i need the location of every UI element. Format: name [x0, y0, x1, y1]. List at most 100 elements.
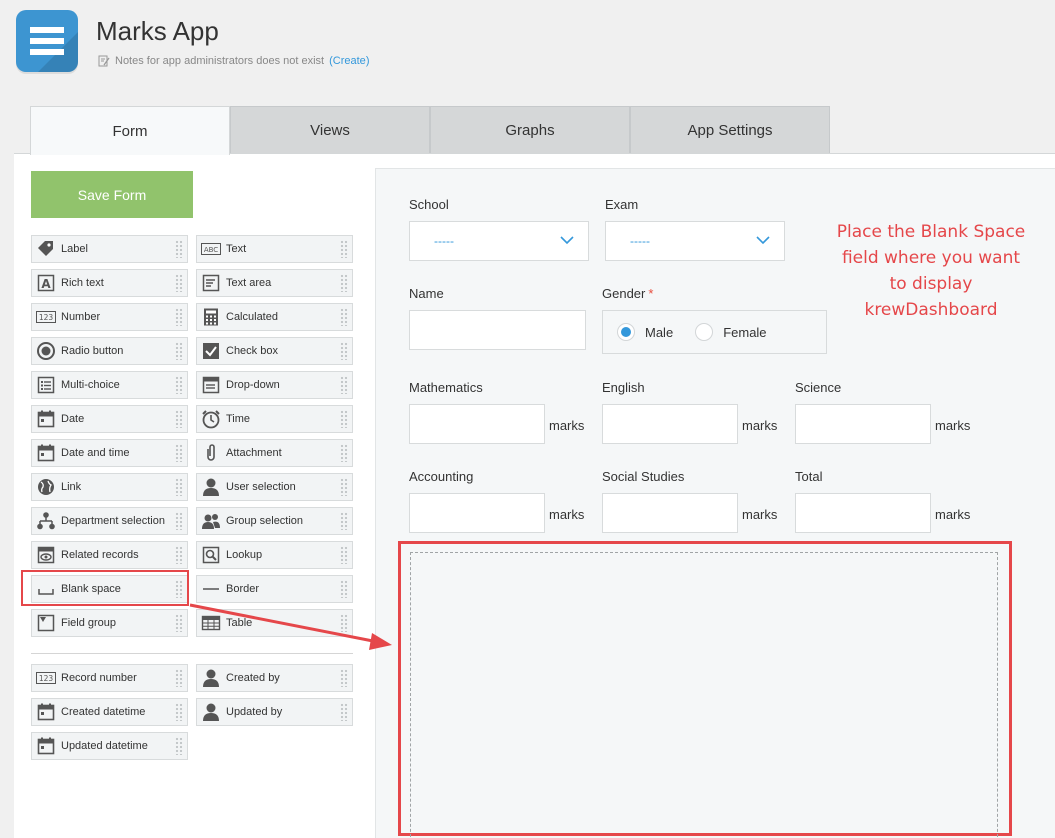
exam-dropdown[interactable]: ----- [605, 221, 785, 261]
drag-handle-icon[interactable] [175, 410, 183, 428]
drag-handle-icon[interactable] [340, 669, 348, 687]
drag-handle-icon[interactable] [175, 444, 183, 462]
drag-handle-icon[interactable] [175, 703, 183, 721]
palette-item-blank-space[interactable]: Blank space [31, 575, 188, 603]
annotation-text: Place the Blank Space field where you wa… [816, 219, 1046, 323]
drag-handle-icon[interactable] [340, 546, 348, 564]
drag-handle-icon[interactable] [340, 703, 348, 721]
palette-item-number[interactable]: 123 Number [31, 303, 188, 331]
tab-views[interactable]: Views [230, 106, 430, 154]
drag-handle-icon[interactable] [340, 444, 348, 462]
palette-item-multi-choice[interactable]: Multi-choice [31, 371, 188, 399]
blank-space-field[interactable] [410, 552, 998, 838]
drag-handle-icon[interactable] [175, 274, 183, 292]
drag-handle-icon[interactable] [175, 478, 183, 496]
tab-form[interactable]: Form [30, 106, 230, 155]
palette-divider [31, 653, 353, 654]
palette-item-label: Created datetime [61, 706, 146, 718]
svg-text:A: A [41, 277, 51, 291]
drag-handle-icon[interactable] [340, 478, 348, 496]
drag-handle-icon[interactable] [340, 308, 348, 326]
palette-item-updated-by[interactable]: Updated by [196, 698, 353, 726]
palette-item-user-selection[interactable]: User selection [196, 473, 353, 501]
calendar-icon [36, 702, 56, 722]
drag-handle-icon[interactable] [340, 342, 348, 360]
border-line-icon [201, 579, 221, 599]
drag-handle-icon[interactable] [340, 376, 348, 394]
palette-item-check-box[interactable]: Check box [196, 337, 353, 365]
palette-item-label: Text area [226, 277, 272, 289]
drag-handle-icon[interactable] [175, 669, 183, 687]
gender-option-female[interactable]: Female [695, 323, 767, 341]
drag-handle-icon[interactable] [175, 580, 183, 598]
create-notes-link[interactable]: Create [333, 55, 366, 67]
palette-item-label[interactable]: Label [31, 235, 188, 263]
total-input[interactable] [795, 493, 931, 533]
mathematics-unit: marks [549, 418, 585, 433]
palette-item-border[interactable]: Border [196, 575, 353, 603]
english-input[interactable] [602, 404, 738, 444]
drag-handle-icon[interactable] [340, 274, 348, 292]
palette-item-label: Calculated [226, 311, 278, 323]
palette-item-lookup[interactable]: Lookup [196, 541, 353, 569]
tab-app-settings[interactable]: App Settings [630, 106, 830, 154]
palette-item-group-selection[interactable]: Group selection [196, 507, 353, 535]
annotation-line: to display [889, 274, 973, 294]
user-icon [201, 668, 221, 688]
drag-handle-icon[interactable] [340, 580, 348, 598]
palette-item-label: Updated datetime [61, 740, 148, 752]
gender-label-text: Gender [602, 286, 646, 301]
blank-space-highlight-box [398, 541, 1012, 838]
palette-item-attachment[interactable]: Attachment [196, 439, 353, 467]
drag-handle-icon[interactable] [175, 737, 183, 755]
school-value: ----- [434, 234, 454, 248]
palette-item-date[interactable]: Date [31, 405, 188, 433]
palette-item-text-area[interactable]: Text area [196, 269, 353, 297]
tab-graphs[interactable]: Graphs [430, 106, 630, 154]
social-studies-input[interactable] [602, 493, 738, 533]
palette-item-field-group[interactable]: Field group [31, 609, 188, 637]
drag-handle-icon[interactable] [340, 240, 348, 258]
palette-item-link[interactable]: Link [31, 473, 188, 501]
palette-item-label: Link [61, 481, 82, 493]
save-form-button[interactable]: Save Form [31, 171, 193, 218]
field-palette: Label ABC Text A Rich text Text area 123 Number… [31, 235, 353, 760]
drag-handle-icon[interactable] [175, 376, 183, 394]
palette-item-date-and-time[interactable]: Date and time [31, 439, 188, 467]
drag-handle-icon[interactable] [340, 512, 348, 530]
palette-item-label: Radio button [61, 345, 124, 357]
app-title: Marks App [96, 16, 219, 46]
palette-item-text[interactable]: ABC Text [196, 235, 353, 263]
drag-handle-icon[interactable] [175, 308, 183, 326]
palette-item-related-records[interactable]: Related records [31, 541, 188, 569]
drag-handle-icon[interactable] [340, 614, 348, 632]
palette-item-created-datetime[interactable]: Created datetime [31, 698, 188, 726]
drag-handle-icon[interactable] [175, 546, 183, 564]
palette-item-record-number[interactable]: 123 Record number [31, 664, 188, 692]
name-input[interactable] [409, 310, 586, 350]
science-input[interactable] [795, 404, 931, 444]
gender-option-male[interactable]: Male [617, 323, 673, 341]
multi-choice-icon [36, 375, 56, 395]
drag-handle-icon[interactable] [175, 512, 183, 530]
palette-item-label: Check box [226, 345, 278, 357]
calendar-icon [36, 736, 56, 756]
radio-selected-icon [617, 323, 635, 341]
palette-item-rich-text[interactable]: A Rich text [31, 269, 188, 297]
drag-handle-icon[interactable] [340, 410, 348, 428]
drag-handle-icon[interactable] [175, 342, 183, 360]
drag-handle-icon[interactable] [175, 614, 183, 632]
palette-item-department-selection[interactable]: Department selection [31, 507, 188, 535]
palette-item-created-by[interactable]: Created by [196, 664, 353, 692]
palette-item-time[interactable]: Time [196, 405, 353, 433]
drag-handle-icon[interactable] [175, 240, 183, 258]
palette-item-label: Field group [61, 617, 117, 629]
palette-item-updated-datetime[interactable]: Updated datetime [31, 732, 188, 760]
accounting-input[interactable] [409, 493, 545, 533]
palette-item-calculated[interactable]: Calculated [196, 303, 353, 331]
palette-item-radio-button[interactable]: Radio button [31, 337, 188, 365]
school-dropdown[interactable]: ----- [409, 221, 589, 261]
palette-item-drop-down[interactable]: Drop-down [196, 371, 353, 399]
mathematics-input[interactable] [409, 404, 545, 444]
palette-item-table[interactable]: Table [196, 609, 353, 637]
